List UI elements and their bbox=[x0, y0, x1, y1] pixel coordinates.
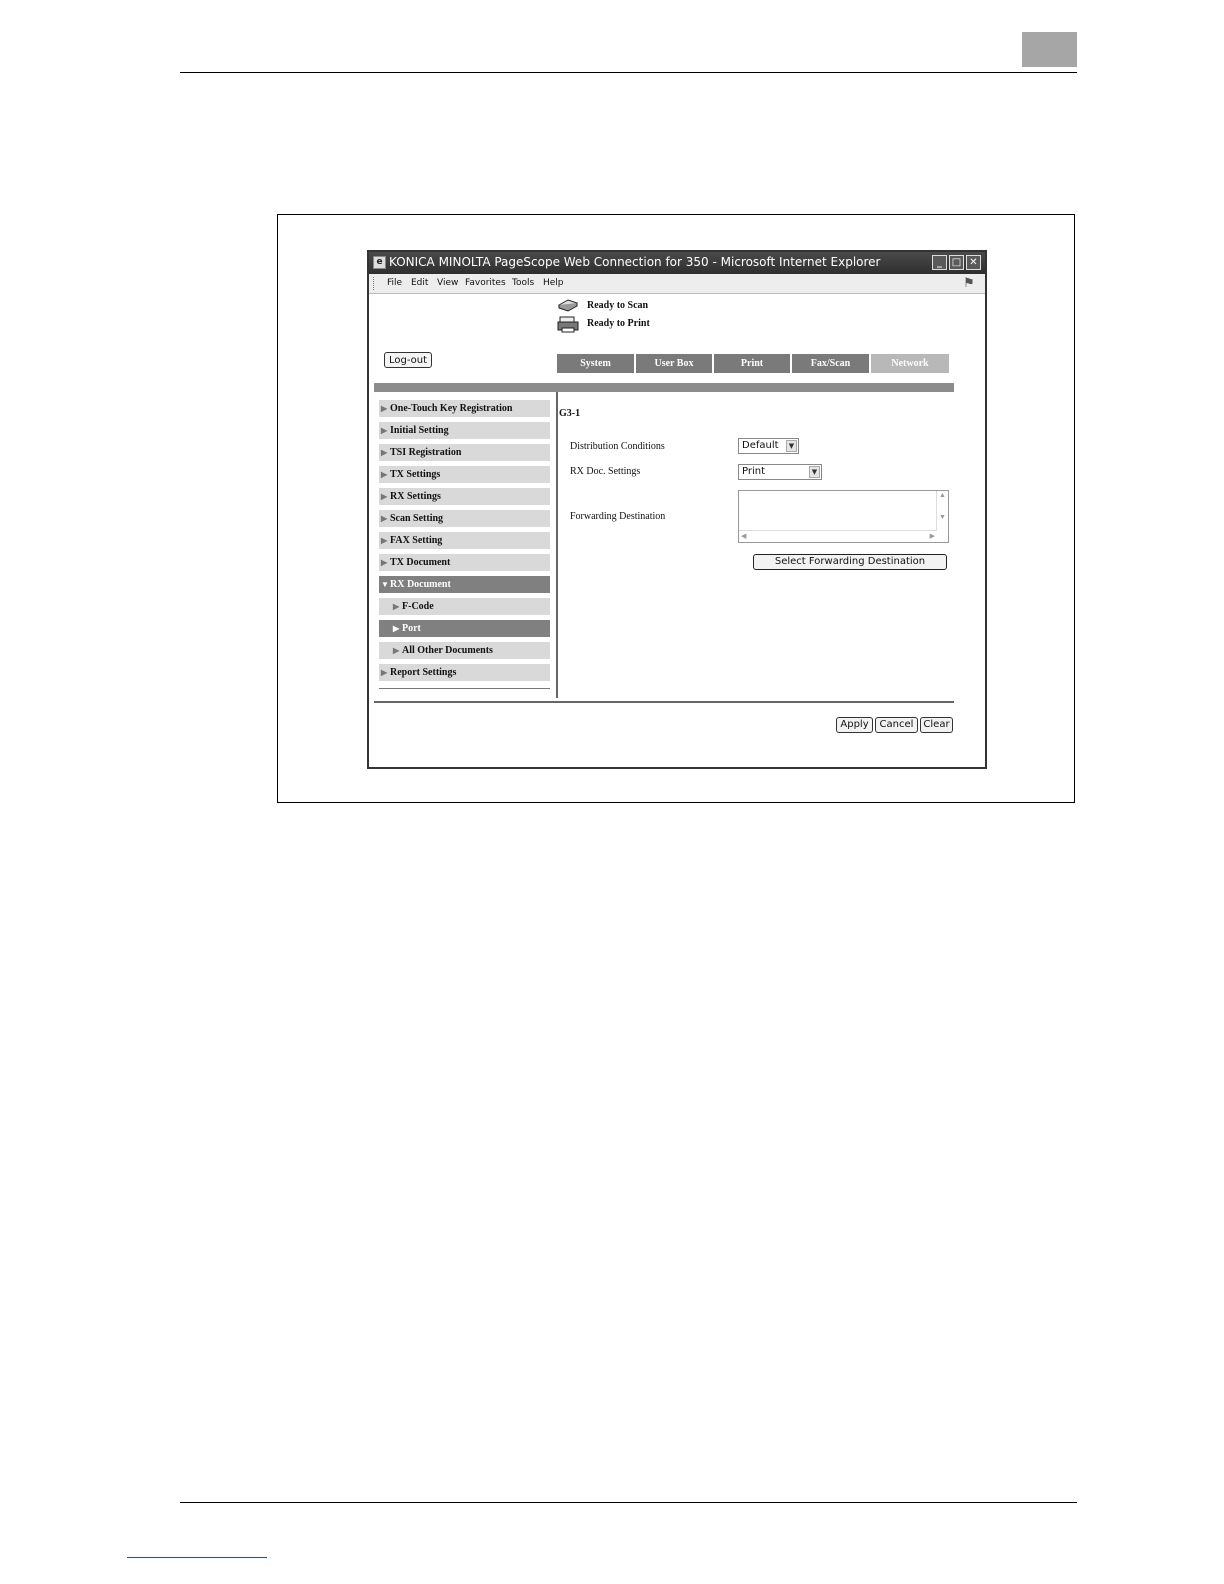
close-button[interactable]: ✕ bbox=[966, 255, 981, 270]
arrow-right-icon: ▶ bbox=[381, 668, 388, 677]
cancel-button[interactable]: Cancel bbox=[875, 717, 918, 733]
sidebar-item-label: F-Code bbox=[402, 601, 434, 612]
sidebar-item-label: Initial Setting bbox=[390, 425, 449, 436]
arrow-right-icon: ▶ bbox=[381, 470, 388, 479]
rx-doc-settings-value: Print bbox=[742, 466, 766, 477]
sidebar-item-rx-document[interactable]: ▼RX Document bbox=[379, 576, 550, 593]
content-footer-rule bbox=[374, 701, 954, 703]
select-forwarding-destination-button[interactable]: Select Forwarding Destination bbox=[753, 554, 947, 570]
forwarding-destination-textarea[interactable]: ▲ ▼ ◀ ▶ bbox=[738, 490, 949, 543]
title-bar: e KONICA MINOLTA PageScope Web Connectio… bbox=[369, 252, 985, 274]
arrow-right-icon: ▶ bbox=[381, 514, 388, 523]
scroll-left-icon[interactable]: ◀ bbox=[741, 532, 746, 540]
chevron-down-icon: ▼ bbox=[786, 440, 797, 452]
sidebar-item-label: All Other Documents bbox=[402, 645, 493, 656]
sidebar-item-tsi-registration[interactable]: ▶ TSI Registration bbox=[379, 444, 550, 461]
scanner-icon bbox=[557, 299, 579, 312]
distribution-conditions-value: Default bbox=[742, 440, 779, 451]
sidebar-bottom-line bbox=[379, 688, 550, 689]
sidebar-subitem-f-code[interactable]: ▶ F-Code bbox=[379, 598, 550, 615]
menu-tools[interactable]: Tools bbox=[512, 278, 534, 288]
sidebar-subitem-port[interactable]: ▶ Port bbox=[379, 620, 550, 637]
apply-button[interactable]: Apply bbox=[836, 717, 873, 733]
sidebar-divider bbox=[556, 392, 558, 698]
menu-edit[interactable]: Edit bbox=[411, 278, 428, 288]
scan-status-text: Ready to Scan bbox=[587, 300, 649, 311]
distribution-conditions-label: Distribution Conditions bbox=[570, 441, 665, 452]
arrow-right-icon: ▶ bbox=[381, 448, 388, 457]
sidebar-item-tx-document[interactable]: ▶ TX Document bbox=[379, 554, 550, 571]
menu-file[interactable]: File bbox=[387, 278, 402, 288]
logout-button[interactable]: Log-out bbox=[384, 352, 432, 368]
windows-logo-icon: ⚑ bbox=[963, 276, 975, 291]
arrow-right-icon: ▶ bbox=[381, 426, 388, 435]
sidebar-item-label: TX Document bbox=[390, 557, 451, 568]
sidebar-item-fax-setting[interactable]: ▶ FAX Setting bbox=[379, 532, 550, 549]
arrow-right-icon: ▶ bbox=[393, 646, 400, 655]
horizontal-scrollbar[interactable]: ◀ ▶ bbox=[739, 530, 937, 542]
header-rule bbox=[180, 72, 1077, 73]
sidebar-item-scan-setting[interactable]: ▶ Scan Setting bbox=[379, 510, 550, 527]
forwarding-destination-label: Forwarding Destination bbox=[570, 511, 666, 522]
menu-bar: File Edit View Favorites Tools Help ⚑ bbox=[369, 274, 985, 294]
sidebar-item-label: Report Settings bbox=[390, 667, 457, 678]
toolbar-grip bbox=[373, 277, 376, 290]
sidebar-item-label: One-Touch Key Registration bbox=[390, 403, 513, 414]
sidebar-item-label: RX Settings bbox=[390, 491, 441, 502]
scroll-up-icon[interactable]: ▲ bbox=[937, 491, 948, 499]
tab-system[interactable]: System bbox=[557, 354, 634, 373]
sidebar-item-label: Scan Setting bbox=[390, 513, 444, 524]
sidebar-item-label: TSI Registration bbox=[390, 447, 462, 458]
rx-doc-settings-label: RX Doc. Settings bbox=[570, 466, 641, 477]
maximize-button[interactable]: □ bbox=[949, 255, 964, 270]
sidebar-item-report-settings[interactable]: ▶ Report Settings bbox=[379, 664, 550, 681]
arrow-right-icon: ▶ bbox=[381, 558, 388, 567]
arrow-right-icon: ▶ bbox=[381, 536, 388, 545]
sidebar-item-label: Port bbox=[402, 623, 421, 634]
arrow-right-icon: ▶ bbox=[393, 602, 400, 611]
footer-link-underline bbox=[127, 1557, 267, 1558]
header-separator-bar bbox=[374, 383, 954, 392]
menu-help[interactable]: Help bbox=[543, 278, 564, 288]
sidebar-item-rx-settings[interactable]: ▶ RX Settings bbox=[379, 488, 550, 505]
sidebar-item-label: TX Settings bbox=[390, 469, 441, 480]
rx-doc-settings-select[interactable]: Print ▼ bbox=[738, 464, 822, 480]
printer-icon bbox=[557, 316, 579, 333]
arrow-right-icon: ▶ bbox=[381, 404, 388, 413]
menu-view[interactable]: View bbox=[437, 278, 458, 288]
scroll-right-icon[interactable]: ▶ bbox=[930, 532, 935, 540]
sidebar-item-label: FAX Setting bbox=[390, 535, 443, 546]
tab-user-box[interactable]: User Box bbox=[636, 354, 712, 373]
distribution-conditions-select[interactable]: Default ▼ bbox=[738, 438, 799, 454]
sidebar-item-one-touch-key-registration[interactable]: ▶ One-Touch Key Registration bbox=[379, 400, 550, 417]
tab-print[interactable]: Print bbox=[714, 354, 790, 373]
arrow-right-icon: ▶ bbox=[393, 624, 400, 633]
chapter-tab-marker bbox=[1022, 32, 1077, 67]
browser-window: e KONICA MINOLTA PageScope Web Connectio… bbox=[367, 250, 987, 769]
print-status-text: Ready to Print bbox=[587, 318, 650, 329]
footer-rule bbox=[180, 1502, 1077, 1503]
tab-fax-scan[interactable]: Fax/Scan bbox=[792, 354, 869, 373]
menu-favorites[interactable]: Favorites bbox=[465, 278, 506, 288]
chevron-down-icon: ▼ bbox=[809, 466, 820, 478]
ie-app-icon: e bbox=[373, 256, 386, 269]
clear-button[interactable]: Clear bbox=[920, 717, 953, 733]
arrow-right-icon: ▶ bbox=[381, 492, 388, 501]
scroll-down-icon[interactable]: ▼ bbox=[937, 513, 948, 521]
minimize-button[interactable]: _ bbox=[932, 255, 947, 270]
arrow-down-icon: ▼ bbox=[381, 580, 389, 589]
sidebar-subitem-all-other-documents[interactable]: ▶ All Other Documents bbox=[379, 642, 550, 659]
sidebar-item-initial-setting[interactable]: ▶ Initial Setting bbox=[379, 422, 550, 439]
window-title: KONICA MINOLTA PageScope Web Connection … bbox=[389, 255, 881, 269]
sidebar-item-label: RX Document bbox=[390, 579, 451, 590]
vertical-scrollbar[interactable]: ▲ ▼ bbox=[936, 491, 948, 531]
section-title: G3-1 bbox=[559, 408, 581, 419]
tab-network[interactable]: Network bbox=[871, 354, 949, 373]
sidebar-item-tx-settings[interactable]: ▶ TX Settings bbox=[379, 466, 550, 483]
